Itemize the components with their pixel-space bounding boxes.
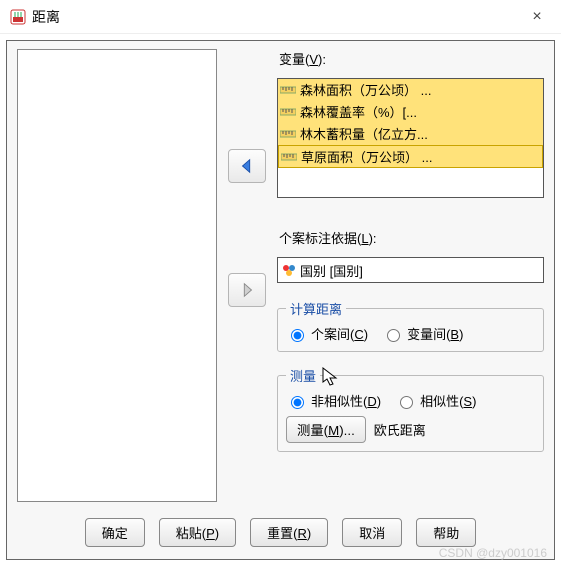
nominal-icon — [281, 262, 297, 278]
measure-group: 测量 非相似性(D) 相似性(S) 测量(M)... 欧氏距离 — [277, 366, 544, 452]
variables-label: 变量(V): — [279, 49, 544, 68]
help-button[interactable]: 帮助 — [416, 518, 476, 547]
list-item[interactable]: 森林覆盖率（%）[... — [278, 101, 543, 123]
move-case-button[interactable] — [228, 273, 266, 307]
compute-legend: 计算距离 — [286, 299, 346, 318]
list-item-label: 林木蓄积量（亿立方... — [300, 124, 428, 143]
app-icon — [10, 9, 26, 25]
reset-button[interactable]: 重置(R) — [250, 518, 328, 547]
list-item-label: 森林覆盖率（%）[... — [300, 102, 417, 121]
case-label-label: 个案标注依据(L): — [279, 228, 544, 247]
scale-icon — [280, 105, 296, 119]
move-left-button[interactable] — [228, 149, 266, 183]
measure-button[interactable]: 测量(M)... — [286, 416, 366, 443]
close-button[interactable]: × — [523, 8, 551, 26]
paste-button[interactable]: 粘贴(P) — [159, 518, 236, 547]
source-variable-list[interactable] — [17, 49, 217, 502]
case-label-field[interactable]: 国别 [国别] — [277, 257, 544, 283]
selected-variables-list[interactable]: 森林面积（万公顷） ... 森林覆盖率（%）[... 林木蓄积量（亿立方... … — [277, 78, 544, 198]
upper-area: 变量(V): 森林面积（万公顷） ... 森林覆盖率（%）[... 林木蓄积量（… — [17, 49, 544, 508]
window-title: 距离 — [32, 7, 523, 27]
dialog-body: 变量(V): 森林面积（万公顷） ... 森林覆盖率（%）[... 林木蓄积量（… — [6, 40, 555, 560]
measure-method: 欧氏距离 — [374, 420, 426, 439]
list-item[interactable]: 森林面积（万公顷） ... — [278, 79, 543, 101]
case-label-value: 国别 [国别] — [300, 261, 363, 280]
scale-icon — [280, 127, 296, 141]
compute-distance-group: 计算距离 个案间(C) 变量间(B) — [277, 299, 544, 352]
button-bar: 确定 粘贴(P) 重置(R) 取消 帮助 — [17, 508, 544, 549]
right-column: 变量(V): 森林面积（万公顷） ... 森林覆盖率（%）[... 林木蓄积量（… — [277, 49, 544, 508]
radio-between-vars[interactable]: 变量间(B) — [382, 324, 463, 343]
move-button-column — [225, 49, 269, 508]
ok-button[interactable]: 确定 — [85, 518, 145, 547]
radio-between-cases[interactable]: 个案间(C) — [286, 324, 368, 343]
measure-legend: 测量 — [286, 366, 320, 385]
radio-dissimilarity[interactable]: 非相似性(D) — [286, 391, 381, 410]
list-item[interactable]: 草原面积（万公顷） ... — [278, 145, 543, 168]
list-item-label: 草原面积（万公顷） ... — [301, 147, 432, 166]
title-bar: 距离 × — [0, 0, 561, 34]
radio-similarity[interactable]: 相似性(S) — [395, 391, 476, 410]
list-item[interactable]: 林木蓄积量（亿立方... — [278, 123, 543, 145]
scale-icon — [281, 150, 297, 164]
cancel-button[interactable]: 取消 — [342, 518, 402, 547]
scale-icon — [280, 83, 296, 97]
list-item-label: 森林面积（万公顷） ... — [300, 80, 431, 99]
